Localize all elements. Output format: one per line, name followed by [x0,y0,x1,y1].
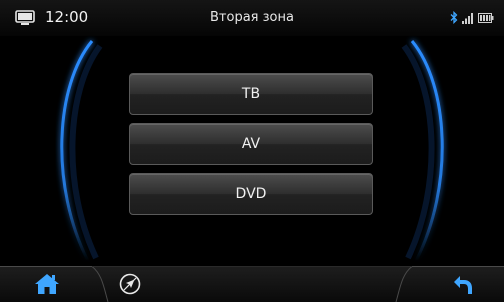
source-menu: ТВ AV DVD [129,73,373,223]
signal-icon [462,12,473,24]
dvd-button-label: DVD [235,186,267,202]
navigation-icon [119,273,141,295]
home-button[interactable] [0,266,92,302]
status-bar: 12:00 Вторая зона [0,0,504,36]
battery-icon [478,12,494,23]
dvd-button[interactable]: DVD [129,173,373,215]
av-button-label: AV [241,136,261,152]
screen: 12:00 Вторая зона ТВ AV DVD [0,0,504,302]
page-title: Вторая зона [210,10,294,25]
bottom-bar [0,266,504,302]
back-button[interactable] [412,266,504,302]
tv-button[interactable]: ТВ [129,73,373,115]
bluetooth-icon [450,11,458,24]
status-indicators [450,11,494,24]
back-icon [454,276,472,294]
tv-button-label: ТВ [241,86,261,102]
home-icon [35,274,59,294]
navigation-button[interactable] [110,266,150,302]
av-button[interactable]: AV [129,123,373,165]
